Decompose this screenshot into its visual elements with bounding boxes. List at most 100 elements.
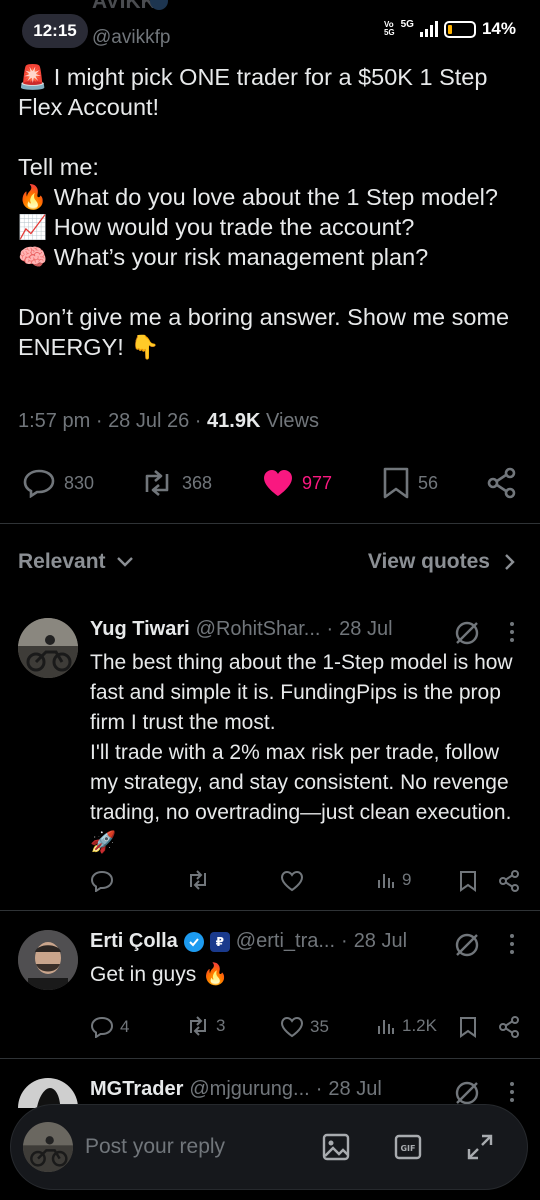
reply-author-handle: @erti_tra... xyxy=(235,930,336,952)
reply-date: 28 Jul xyxy=(339,618,393,640)
repost-button[interactable]: 368 xyxy=(140,470,212,496)
views-label: Views xyxy=(265,410,319,432)
repost-icon xyxy=(190,870,206,890)
gif-icon[interactable]: GIF xyxy=(393,1132,423,1162)
reply-header: MGTrader @mjgurung... · 28 Jul xyxy=(90,1078,382,1101)
replies-filter-row: Relevant View quotes xyxy=(0,540,540,586)
views-count: 9 xyxy=(402,870,412,889)
reply-author-handle: @mjgurung... xyxy=(189,1078,310,1100)
reply-text: The best thing about the 1-Step model is… xyxy=(90,651,513,854)
bookmark-button[interactable] xyxy=(458,1016,478,1038)
views-button[interactable]: 9 xyxy=(376,870,411,890)
share-button[interactable] xyxy=(498,870,520,892)
relevant-label: Relevant xyxy=(18,550,106,573)
heart-icon xyxy=(280,870,304,892)
repost-count: 368 xyxy=(182,472,213,493)
affiliate-badge-icon: ₽ xyxy=(209,931,230,952)
author-handle: @avikkfp xyxy=(92,27,171,48)
battery-icon xyxy=(443,20,476,38)
views-button[interactable]: 1.2K xyxy=(376,1016,437,1036)
view-count[interactable]: 41.9K xyxy=(207,410,260,432)
reply-actions: 4 3 35 1.2K xyxy=(0,1016,540,1044)
view-quotes-link[interactable]: View quotes xyxy=(368,550,516,574)
analytics-icon xyxy=(378,874,394,888)
views-count: 1.2K xyxy=(402,1016,437,1035)
reply-count: 4 xyxy=(120,1017,130,1036)
bookmark-icon xyxy=(460,871,476,892)
tweet-actions: 830 368 977 56 xyxy=(0,462,540,502)
share-icon xyxy=(487,467,516,499)
reply-header: Yug Tiwari @RohitShar... · 28 Jul xyxy=(90,618,393,641)
share-icon xyxy=(499,1016,519,1038)
tweet-paragraph-1: 🚨 I might pick ONE trader for a $50K 1 S… xyxy=(18,64,494,120)
repost-icon xyxy=(190,1016,206,1036)
repost-button[interactable] xyxy=(186,870,210,890)
reply-date: 28 Jul xyxy=(328,1078,382,1100)
more-options-icon[interactable] xyxy=(510,1082,514,1106)
bookmark-icon xyxy=(383,467,409,499)
tweet-meta: 1:57 pm · 28 Jul 26 · 41.9K Views xyxy=(18,410,319,432)
system-icons: Vo 5G 5G 14% xyxy=(384,19,516,39)
more-options-icon[interactable] xyxy=(510,622,514,646)
chevron-right-icon xyxy=(505,554,515,570)
image-icon[interactable] xyxy=(321,1132,351,1162)
battery-percent: 14% xyxy=(481,19,516,38)
reply-button[interactable]: 4 xyxy=(90,1016,129,1038)
reply-button[interactable] xyxy=(90,870,114,892)
bookmark-count: 56 xyxy=(418,472,439,493)
avatar[interactable] xyxy=(18,618,78,678)
reply-icon xyxy=(90,870,114,892)
reply-author-name[interactable]: Yug Tiwari xyxy=(90,618,190,641)
verified-badge-icon xyxy=(183,931,204,952)
reply-header: Erti Çolla ₽ @erti_tra... · 28 Jul xyxy=(90,930,408,953)
analytics-icon xyxy=(378,1020,394,1034)
reply-text: Get in guys 🔥 xyxy=(90,963,229,986)
reply-author-handle: @RohitShar... xyxy=(195,618,321,640)
tweet-time: 1:57 pm xyxy=(18,410,91,432)
view-quotes-label: View quotes xyxy=(367,550,490,573)
my-avatar xyxy=(23,1122,73,1172)
bookmark-icon xyxy=(460,1017,476,1038)
reply-input[interactable] xyxy=(85,1129,295,1165)
reply-item[interactable]: Erti Çolla ₽ @erti_tra... · 28 Jul Get i… xyxy=(0,924,540,1060)
signal-icon xyxy=(419,21,438,37)
reply-date: 28 Jul xyxy=(353,930,408,952)
expand-icon[interactable] xyxy=(465,1132,495,1162)
repost-icon xyxy=(145,470,169,496)
more-options-icon[interactable] xyxy=(510,934,514,958)
heart-icon xyxy=(280,1016,304,1038)
reply-item[interactable]: MGTrader @mjgurung... · 28 Jul xyxy=(0,1072,540,1108)
divider xyxy=(0,523,540,524)
repost-count: 3 xyxy=(216,1016,226,1035)
reply-count: 830 xyxy=(64,472,95,493)
reply-author-name[interactable]: MGTrader xyxy=(90,1078,183,1101)
reply-actions: 9 xyxy=(0,870,540,898)
repost-button[interactable]: 3 xyxy=(186,1016,225,1036)
grok-icon[interactable] xyxy=(454,620,480,646)
avatar[interactable] xyxy=(18,930,78,990)
grok-icon[interactable] xyxy=(454,932,480,958)
volte-icon: Vo 5G xyxy=(383,20,395,37)
reply-icon xyxy=(90,1016,114,1038)
network-type: 5G xyxy=(400,19,414,30)
like-button[interactable]: 35 xyxy=(280,1016,329,1038)
grok-icon[interactable] xyxy=(454,1080,480,1106)
tweet-text: 🚨 I might pick ONE trader for a $50K 1 S… xyxy=(18,62,523,362)
share-button[interactable] xyxy=(486,467,518,499)
status-bar: AVIKK 12:15 @avikkfp Vo 5G 5G 14% xyxy=(0,0,540,62)
bookmark-button[interactable]: 56 xyxy=(382,467,438,499)
share-button[interactable] xyxy=(498,1016,520,1038)
like-button[interactable]: 977 xyxy=(262,468,332,498)
like-button[interactable] xyxy=(280,870,304,892)
reply-item[interactable]: Yug Tiwari @RohitShar... · 28 Jul The be… xyxy=(0,612,540,908)
reply-icon xyxy=(23,469,55,498)
share-icon xyxy=(499,870,519,892)
bookmark-button[interactable] xyxy=(458,870,478,892)
reply-button[interactable]: 830 xyxy=(22,468,94,498)
relevant-dropdown[interactable]: Relevant xyxy=(18,550,134,574)
clock: 12:15 xyxy=(22,14,88,48)
divider xyxy=(0,910,540,911)
reply-author-name[interactable]: Erti Çolla xyxy=(90,930,178,953)
like-count: 35 xyxy=(310,1017,329,1036)
reply-composer: GIF xyxy=(10,1104,528,1190)
